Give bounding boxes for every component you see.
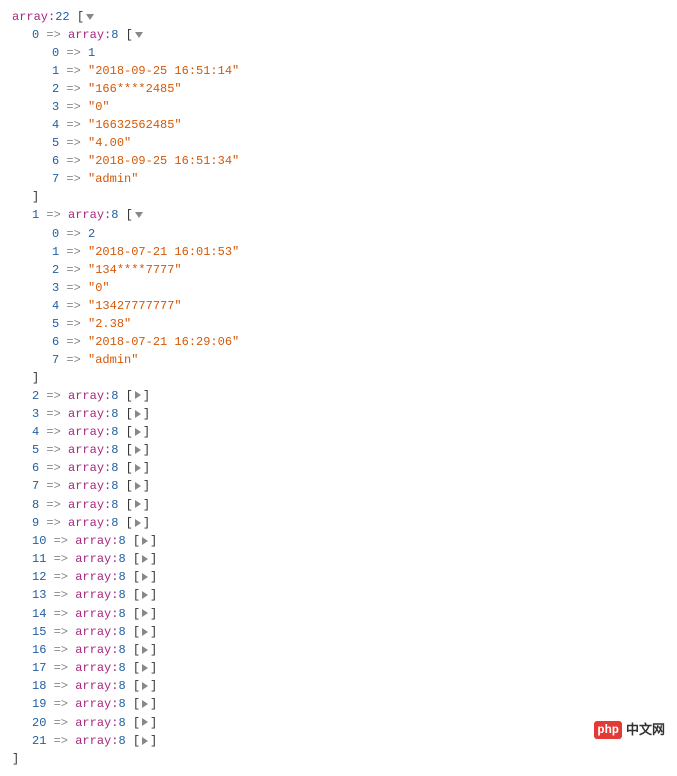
chevron-right-icon[interactable] — [135, 464, 141, 472]
chevron-right-icon[interactable] — [142, 573, 148, 581]
array-row: 21 => array:8 [] — [12, 732, 665, 750]
array-item: 2 => "166****2485" — [12, 80, 665, 98]
chevron-right-icon[interactable] — [135, 500, 141, 508]
array-item: 7 => "admin" — [12, 170, 665, 188]
chevron-right-icon[interactable] — [135, 446, 141, 454]
chevron-right-icon[interactable] — [142, 555, 148, 563]
chevron-right-icon[interactable] — [142, 664, 148, 672]
array-item: 4 => "13427777777" — [12, 297, 665, 315]
array-row: 15 => array:8 [] — [12, 623, 665, 641]
array-row: 7 => array:8 [] — [12, 477, 665, 495]
array-close: ] — [12, 188, 665, 206]
root-line: array:22 [ — [12, 8, 665, 26]
array-item: 2 => "134****7777" — [12, 261, 665, 279]
array-row: 19 => array:8 [] — [12, 695, 665, 713]
root-size: 22 — [55, 10, 69, 24]
array-row: 4 => array:8 [] — [12, 423, 665, 441]
array-row: 16 => array:8 [] — [12, 641, 665, 659]
array-row: 9 => array:8 [] — [12, 514, 665, 532]
array-item: 4 => "16632562485" — [12, 116, 665, 134]
chevron-right-icon[interactable] — [142, 682, 148, 690]
array-item: 0 => 1 — [12, 44, 665, 62]
chevron-right-icon[interactable] — [142, 718, 148, 726]
chevron-right-icon[interactable] — [142, 609, 148, 617]
chevron-right-icon[interactable] — [135, 482, 141, 490]
dump-output: array:22 [ 0 => array:8 [0 => 11 => "201… — [12, 8, 665, 768]
array-row: 14 => array:8 [] — [12, 605, 665, 623]
chevron-right-icon[interactable] — [135, 391, 141, 399]
chevron-right-icon[interactable] — [142, 537, 148, 545]
array-row: 3 => array:8 [] — [12, 405, 665, 423]
chevron-right-icon[interactable] — [135, 410, 141, 418]
array-row: 18 => array:8 [] — [12, 677, 665, 695]
chevron-right-icon[interactable] — [135, 519, 141, 527]
array-item: 3 => "0" — [12, 98, 665, 116]
array-item: 3 => "0" — [12, 279, 665, 297]
chevron-right-icon[interactable] — [142, 700, 148, 708]
array-row: 11 => array:8 [] — [12, 550, 665, 568]
array-item: 1 => "2018-07-21 16:01:53" — [12, 243, 665, 261]
array-item: 5 => "2.38" — [12, 315, 665, 333]
chevron-right-icon[interactable] — [142, 737, 148, 745]
watermark: php中文网 — [594, 721, 665, 741]
chevron-right-icon[interactable] — [135, 428, 141, 436]
array-item: 1 => "2018-09-25 16:51:14" — [12, 62, 665, 80]
array-row: 2 => array:8 [] — [12, 387, 665, 405]
array-row: 17 => array:8 [] — [12, 659, 665, 677]
array-row: 5 => array:8 [] — [12, 441, 665, 459]
array-row: 1 => array:8 [ — [12, 206, 665, 224]
chevron-down-icon[interactable] — [135, 212, 143, 218]
array-item: 6 => "2018-09-25 16:51:34" — [12, 152, 665, 170]
array-row: 8 => array:8 [] — [12, 496, 665, 514]
chevron-down-icon[interactable] — [86, 14, 94, 20]
root-close: ] — [12, 750, 665, 768]
array-item: 6 => "2018-07-21 16:29:06" — [12, 333, 665, 351]
chevron-right-icon[interactable] — [142, 591, 148, 599]
array-item: 5 => "4.00" — [12, 134, 665, 152]
array-item: 7 => "admin" — [12, 351, 665, 369]
array-row: 12 => array:8 [] — [12, 568, 665, 586]
chevron-down-icon[interactable] — [135, 32, 143, 38]
array-row: 0 => array:8 [ — [12, 26, 665, 44]
array-row: 6 => array:8 [] — [12, 459, 665, 477]
array-row: 20 => array:8 [] — [12, 714, 665, 732]
chevron-right-icon[interactable] — [142, 628, 148, 636]
array-item: 0 => 2 — [12, 225, 665, 243]
root-label: array — [12, 10, 48, 24]
chevron-right-icon[interactable] — [142, 646, 148, 654]
array-close: ] — [12, 369, 665, 387]
array-row: 13 => array:8 [] — [12, 586, 665, 604]
array-row: 10 => array:8 [] — [12, 532, 665, 550]
